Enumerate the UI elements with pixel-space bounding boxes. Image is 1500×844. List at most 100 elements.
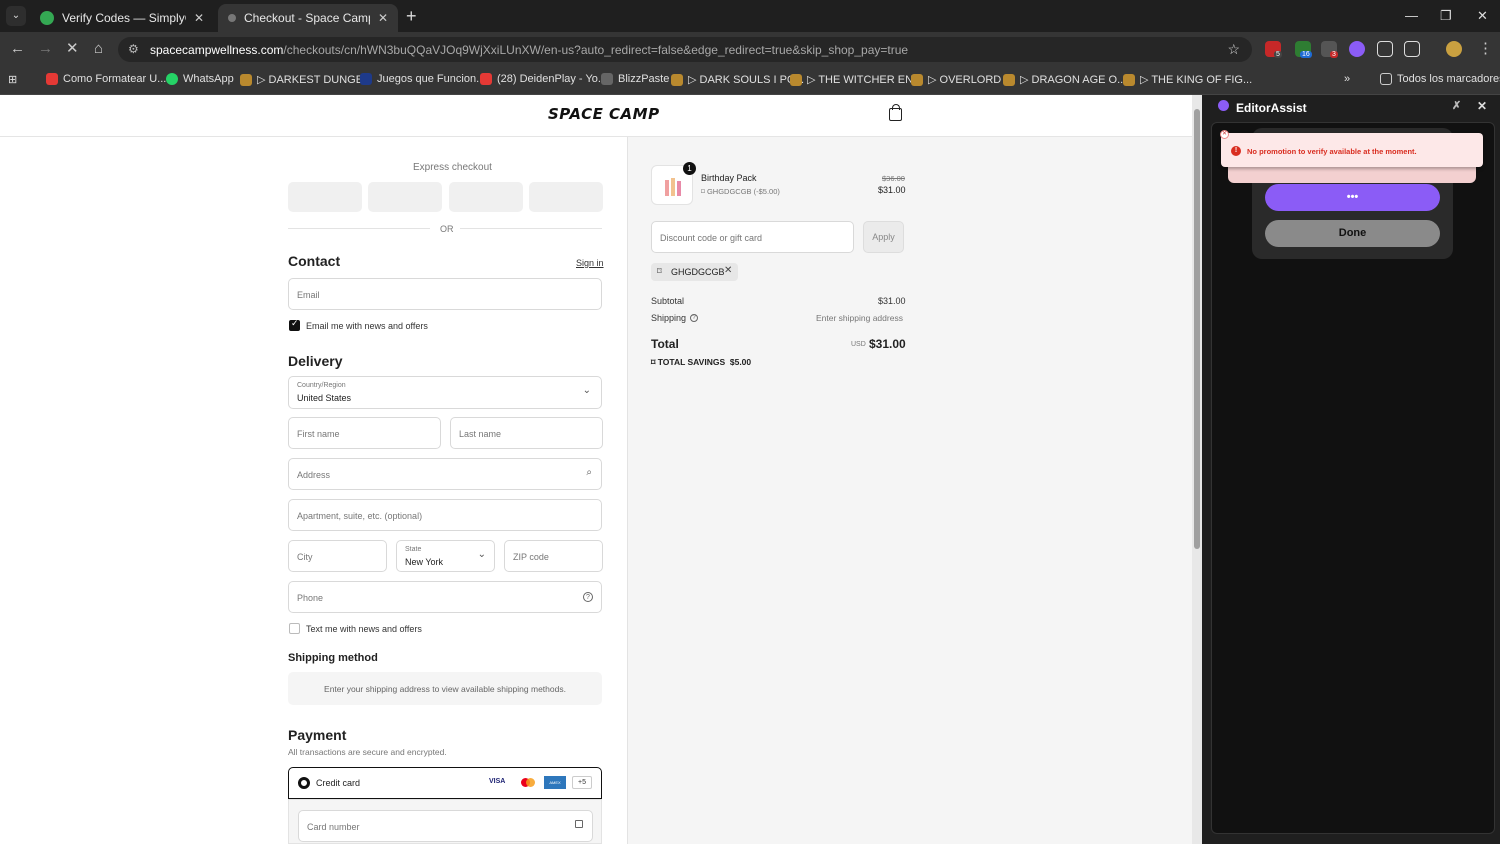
close-tab-icon[interactable]: ✕ xyxy=(378,11,388,25)
bookmark-favicon-icon xyxy=(1003,73,1015,86)
back-button[interactable]: ← xyxy=(10,40,25,58)
apply-button[interactable]: Apply xyxy=(863,221,904,253)
card-fields-area: Card number xyxy=(288,799,602,844)
close-panel-icon[interactable]: ✕ xyxy=(1477,99,1487,113)
express-pay-button[interactable] xyxy=(449,182,523,212)
shipping-label: Shipping xyxy=(651,313,687,323)
checkmark-icon: ✓ xyxy=(291,318,299,328)
tab-search-button[interactable]: ⌄ xyxy=(6,6,26,26)
toast-message: No promotion to verify available at the … xyxy=(1247,147,1417,156)
extension-badge: 16 xyxy=(1300,51,1312,58)
bookmark-item[interactable]: ▷ THE WITCHER EN... xyxy=(790,73,922,86)
card-number-field[interactable]: Card number xyxy=(298,810,593,842)
phone-field[interactable]: Phone ? xyxy=(288,581,602,613)
subtotal-label: Subtotal xyxy=(651,296,685,306)
bookmark-item[interactable]: Juegos que Funcion... xyxy=(360,73,485,85)
bookmark-item[interactable]: ▷ DRAGON AGE O... xyxy=(1003,73,1126,86)
amex-icon: AMEX xyxy=(544,776,566,789)
address-bar[interactable]: ⚙ spacecampwellness.com /checkouts/cn/hW… xyxy=(118,37,1252,62)
bookmark-item[interactable]: ▷ OVERLORD I xyxy=(911,73,1007,86)
last-name-field[interactable]: Last name xyxy=(450,417,603,449)
all-bookmarks-folder[interactable]: Todos los marcadores xyxy=(1380,73,1500,85)
editorassist-logo-icon xyxy=(1218,100,1229,111)
dismiss-toast-icon[interactable]: ✕ xyxy=(1220,130,1229,139)
express-pay-button[interactable] xyxy=(288,182,362,212)
done-button[interactable]: Done xyxy=(1265,220,1440,247)
help-icon[interactable]: ? xyxy=(583,592,593,602)
more-cards-badge: +5 xyxy=(572,776,592,789)
help-icon[interactable]: ? xyxy=(690,314,698,322)
menu-kebab-icon[interactable]: ⋮ xyxy=(1478,40,1493,58)
payment-title: Payment xyxy=(288,727,347,743)
tab-checkout[interactable]: Checkout - Space Camp Wellness ✕ xyxy=(218,4,398,32)
scrollbar-thumb[interactable] xyxy=(1194,109,1200,549)
home-button[interactable]: ⌂ xyxy=(94,40,103,58)
lock-icon xyxy=(575,820,583,828)
site-info-icon[interactable]: ⚙ xyxy=(128,42,139,56)
delivery-title: Delivery xyxy=(288,353,343,369)
verify-button-loading[interactable]: ••• xyxy=(1265,184,1440,211)
toolbar: ← → ✕ ⌂ ⚙ spacecampwellness.com /checkou… xyxy=(0,32,1500,66)
minimize-button[interactable]: — xyxy=(1405,8,1418,23)
profile-avatar[interactable] xyxy=(1446,41,1462,57)
shipping-method-message: Enter your shipping address to view avai… xyxy=(324,684,566,694)
shipping-method-title: Shipping method xyxy=(288,652,378,664)
state-select[interactable]: State New York ⌄ xyxy=(396,540,495,572)
bookmark-star-icon[interactable]: ☆ xyxy=(1227,41,1240,58)
close-window-button[interactable]: ✕ xyxy=(1477,8,1488,24)
unpin-icon[interactable]: ✗ xyxy=(1452,99,1461,112)
chevron-down-icon: ⌄ xyxy=(582,385,591,396)
more-bookmarks-button[interactable]: » xyxy=(1344,73,1350,85)
address-field[interactable]: Address ⌕ xyxy=(288,458,602,490)
express-checkout-label: Express checkout xyxy=(413,162,492,173)
shopping-bag-icon[interactable] xyxy=(889,104,902,121)
first-name-field[interactable]: First name xyxy=(288,417,441,449)
quantity-badge: 1 xyxy=(683,162,696,175)
express-pay-button[interactable] xyxy=(529,182,603,212)
text-opt-in-checkbox[interactable] xyxy=(289,623,300,634)
extensions-puzzle-icon[interactable] xyxy=(1377,41,1393,57)
side-panel-icon[interactable] xyxy=(1404,41,1420,57)
email-opt-in-checkbox[interactable]: ✓ xyxy=(289,318,300,331)
bookmark-item[interactable]: Como Formatear U... xyxy=(46,73,166,85)
country-label: Country/Region xyxy=(297,382,346,389)
restore-button[interactable]: ❐ xyxy=(1440,8,1452,24)
apps-grid-icon[interactable]: ⊞ xyxy=(8,73,17,86)
editorassist-extension-icon[interactable] xyxy=(1349,41,1365,57)
product-name: Birthday Pack xyxy=(701,173,757,183)
city-field[interactable]: City xyxy=(288,540,387,572)
phone-placeholder: Phone xyxy=(297,593,324,603)
apartment-field[interactable]: Apartment, suite, etc. (optional) xyxy=(288,499,602,531)
zip-field[interactable]: ZIP code xyxy=(504,540,603,572)
bookmark-item[interactable]: BlizzPaste xyxy=(601,73,669,85)
remove-code-icon[interactable]: ✕ xyxy=(724,265,732,276)
discount-code-input[interactable]: Discount code or gift card xyxy=(651,221,854,253)
credit-card-option[interactable]: Credit card VISA AMEX +5 xyxy=(288,767,602,799)
bookmark-favicon-icon xyxy=(240,73,252,86)
stop-loading-button[interactable]: ✕ xyxy=(66,40,79,58)
express-pay-button[interactable] xyxy=(368,182,442,212)
total-label: Total xyxy=(651,337,679,351)
bookmark-item[interactable]: WhatsApp xyxy=(166,73,234,85)
tag-icon: ⌑ xyxy=(657,266,662,276)
country-select[interactable]: Country/Region United States ⌄ xyxy=(288,376,602,409)
page-scrollbar[interactable] xyxy=(1192,95,1202,844)
new-tab-button[interactable]: + xyxy=(406,6,417,26)
close-tab-icon[interactable]: ✕ xyxy=(194,11,204,25)
subtotal-value: $31.00 xyxy=(878,296,906,306)
bookmark-item[interactable]: ▷ THE KING OF FIG... xyxy=(1123,73,1252,86)
forward-button[interactable]: → xyxy=(38,40,53,58)
original-price: $36.00 xyxy=(882,174,905,183)
store-logo[interactable]: SPACE CAMP xyxy=(548,105,660,123)
radio-selected-icon[interactable] xyxy=(298,777,310,789)
contact-title: Contact xyxy=(288,253,341,269)
tab-verify-codes[interactable]: Verify Codes — SimplyCodes ✕ xyxy=(30,4,214,32)
search-icon: ⌕ xyxy=(586,467,592,478)
email-field[interactable]: Email xyxy=(288,278,602,310)
extension-badge: 3 xyxy=(1330,51,1338,58)
panel-title: EditorAssist xyxy=(1236,101,1307,115)
sign-in-link[interactable]: Sign in xyxy=(576,258,604,268)
bookmark-item[interactable]: ▷ DARK SOULS I PC... xyxy=(671,73,804,86)
bookmark-item[interactable]: (28) DeidenPlay - Yo... xyxy=(480,73,607,85)
bookmark-item[interactable]: ▷ DARKEST DUNGE... xyxy=(240,73,372,86)
